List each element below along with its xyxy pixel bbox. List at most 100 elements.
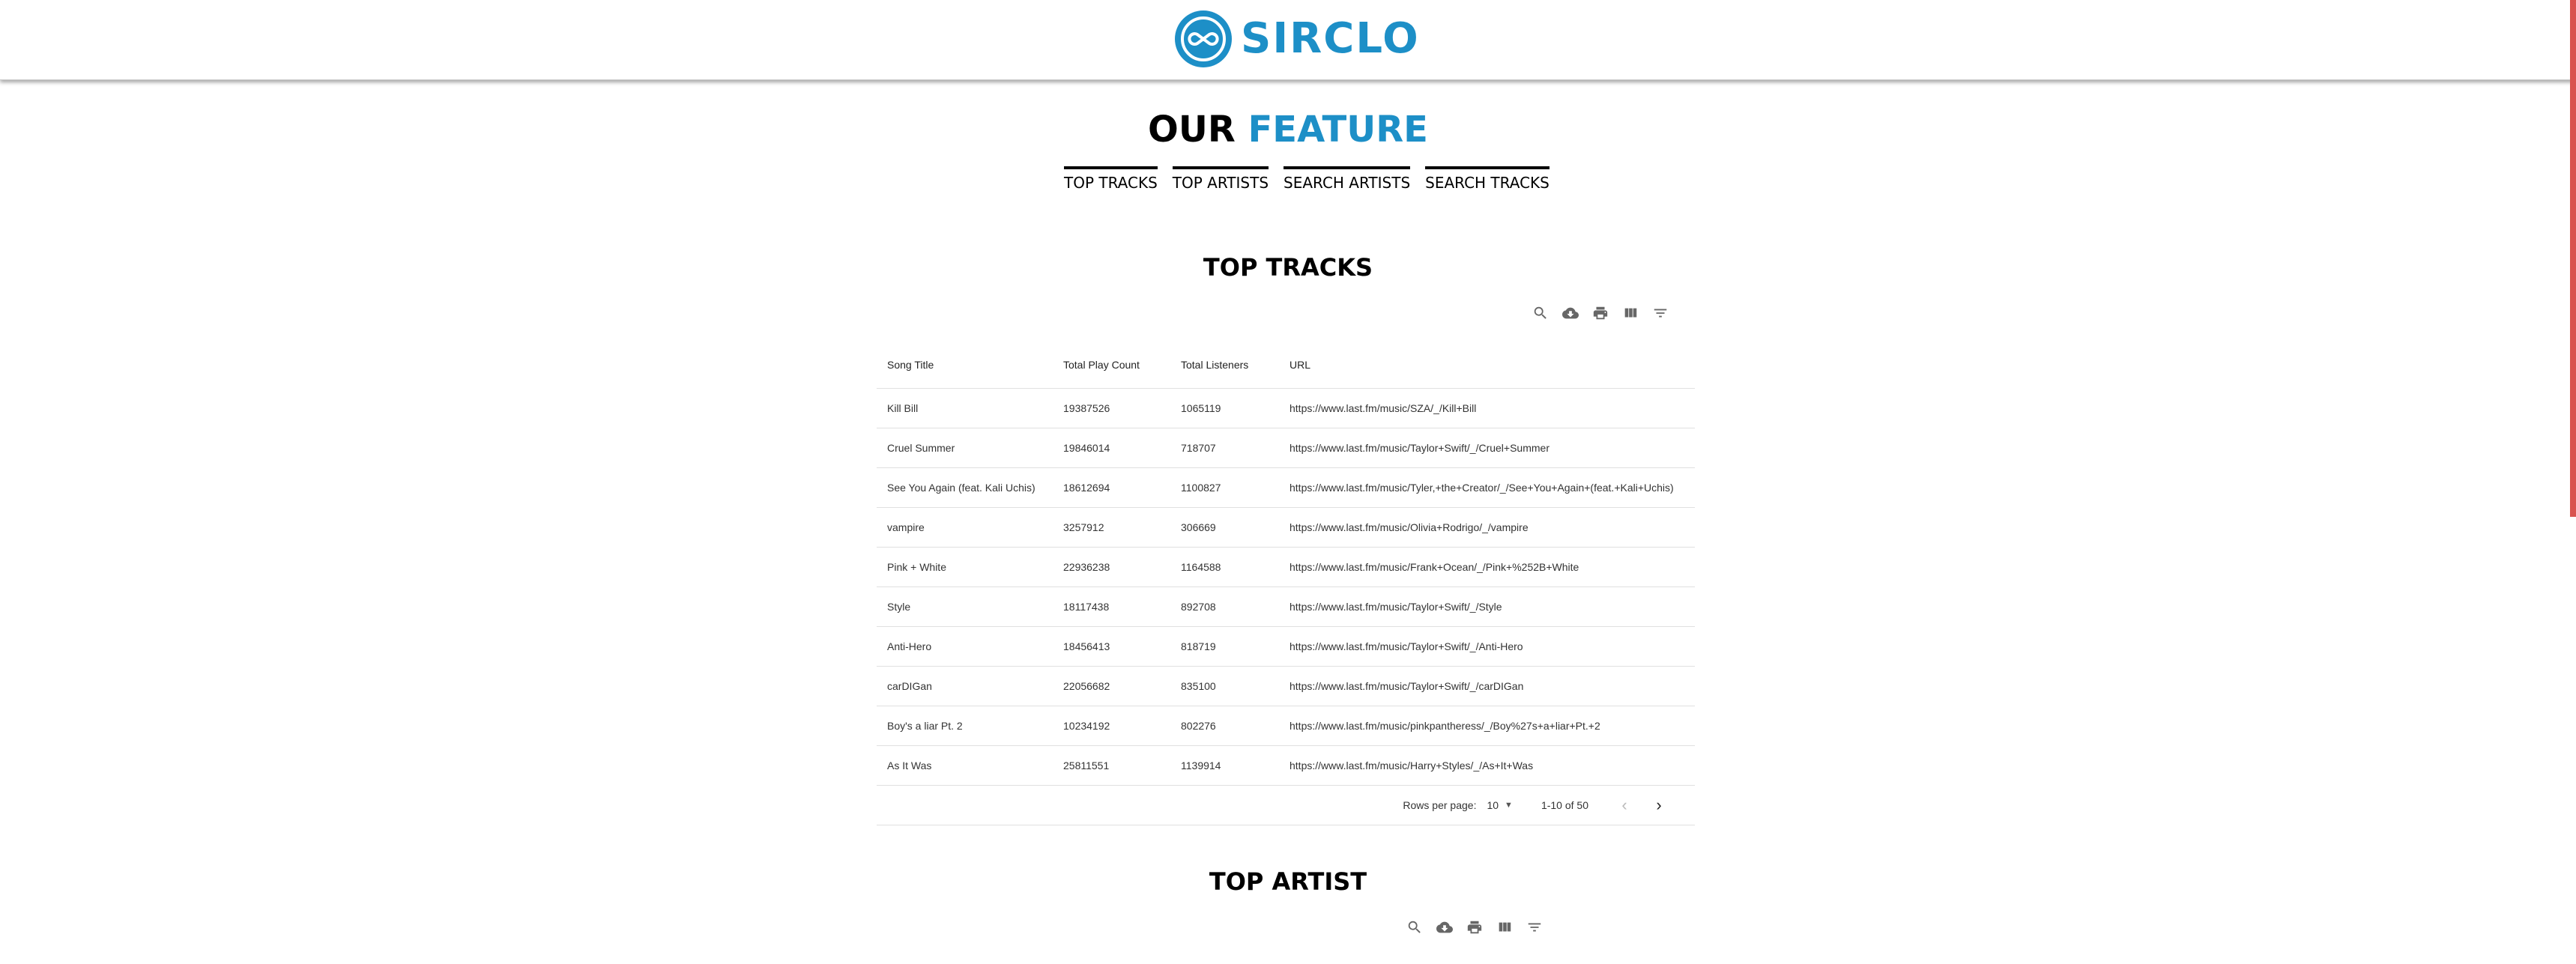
top-tracks-toolbar (1532, 304, 1669, 322)
brand-name: SIRCLO (1241, 14, 1420, 63)
cell-url: https://www.last.fm/music/Taylor+Swift/_… (1279, 586, 1695, 627)
table-row[interactable]: Cruel Summer 19846014 718707 https://www.la… (877, 428, 1695, 468)
previous-page-button[interactable]: ‹ (1615, 795, 1633, 814)
cell-url: https://www.last.fm/music/Tyler,+the+Cre… (1279, 467, 1695, 508)
chevron-right-icon: › (1656, 795, 1662, 814)
cell-play-count: 22936238 (1053, 547, 1170, 587)
cell-play-count: 18456413 (1053, 626, 1170, 667)
cell-song-title: Anti-Hero (877, 626, 1053, 667)
cloud-download-icon (1436, 921, 1453, 933)
top-tracks-body: Kill Bill 19387526 1065119 https://www.last… (877, 388, 1695, 786)
sirclo-logo-icon (1175, 10, 1232, 67)
download-button[interactable] (1561, 304, 1579, 322)
filter-icon (1654, 309, 1667, 318)
table-header-row: Song Title Total Play Count Total Listen… (877, 342, 1695, 389)
table-row[interactable]: carDIGan 22056682 835100 https://www.last.f… (877, 666, 1695, 706)
cell-song-title: vampire (877, 507, 1053, 548)
next-page-button[interactable]: › (1650, 795, 1668, 814)
site-header: SIRCLO (0, 0, 2576, 80)
nav-search-tracks[interactable]: SEARCH TRACKS (1425, 166, 1549, 193)
page-scrollbar[interactable] (2570, 0, 2576, 517)
cell-song-title: Cruel Summer (877, 428, 1053, 468)
cell-listeners: 802276 (1170, 706, 1279, 746)
column-header-url[interactable]: URL (1279, 342, 1695, 389)
cell-url: https://www.last.fm/music/Harry+Styles/_… (1279, 745, 1695, 786)
cell-listeners: 818719 (1170, 626, 1279, 667)
cell-song-title: carDIGan (877, 666, 1053, 706)
cell-listeners: 1100827 (1170, 467, 1279, 508)
artist-print-button[interactable] (1466, 918, 1484, 936)
nav-search-artists[interactable]: SEARCH ARTISTS (1284, 166, 1411, 193)
pagination-range: 1-10 of 50 (1541, 799, 1588, 811)
cloud-download-icon (1562, 307, 1579, 319)
cell-play-count: 19846014 (1053, 428, 1170, 468)
nav-top-tracks[interactable]: TOP TRACKS (1064, 166, 1158, 193)
cell-listeners: 835100 (1170, 666, 1279, 706)
cell-song-title: Style (877, 586, 1053, 627)
rows-per-page-label: Rows per page: (1403, 799, 1477, 811)
column-header-listeners[interactable]: Total Listeners (1170, 342, 1279, 389)
cell-listeners: 718707 (1170, 428, 1279, 468)
chevron-left-icon: ‹ (1621, 795, 1627, 814)
filter-icon (1528, 923, 1541, 932)
feature-heading-part2: FEATURE (1248, 109, 1428, 151)
cell-song-title: See You Again (feat. Kali Uchis) (877, 467, 1053, 508)
feature-nav: TOP TRACKS TOP ARTISTS SEARCH ARTISTS SE… (1064, 166, 1549, 193)
artist-filter-button[interactable] (1526, 918, 1544, 936)
print-button[interactable] (1591, 304, 1609, 322)
print-icon (1467, 921, 1482, 934)
table-row[interactable]: As It Was 25811551 1139914 https://www.last… (877, 745, 1695, 786)
view-columns-button[interactable] (1621, 304, 1639, 322)
table-row[interactable]: Anti-Hero 18456413 818719 https://www.last.… (877, 626, 1695, 667)
cell-listeners: 1065119 (1170, 388, 1279, 428)
cell-play-count: 19387526 (1053, 388, 1170, 428)
rows-per-page-select[interactable]: 10 ▼ (1487, 799, 1512, 811)
cell-url: https://www.last.fm/music/SZA/_/Kill+Bil… (1279, 388, 1695, 428)
artist-download-button[interactable] (1436, 918, 1454, 936)
top-artist-toolbar (1406, 918, 1544, 936)
cell-play-count: 18117438 (1053, 586, 1170, 627)
search-icon (1408, 921, 1421, 933)
table-row[interactable]: Boy's a liar Pt. 2 10234192 802276 https://… (877, 706, 1695, 746)
cell-url: https://www.last.fm/music/Olivia+Rodrigo… (1279, 507, 1695, 548)
artist-view-columns-button[interactable] (1496, 918, 1514, 936)
table-row[interactable]: Pink + White 22936238 1164588 https://www.l… (877, 547, 1695, 587)
search-button[interactable] (1532, 304, 1549, 322)
cell-url: https://www.last.fm/music/Frank+Ocean/_/… (1279, 547, 1695, 587)
table-row[interactable]: Kill Bill 19387526 1065119 https://www.last… (877, 388, 1695, 428)
cell-listeners: 1164588 (1170, 547, 1279, 587)
cell-play-count: 3257912 (1053, 507, 1170, 548)
cell-play-count: 10234192 (1053, 706, 1170, 746)
feature-heading-part1: OUR (1148, 109, 1236, 151)
cell-url: https://www.last.fm/music/Taylor+Swift/_… (1279, 428, 1695, 468)
cell-listeners: 306669 (1170, 507, 1279, 548)
top-tracks-title: TOP TRACKS (1203, 253, 1373, 282)
column-header-song-title[interactable]: Song Title (877, 342, 1053, 389)
table-row[interactable]: vampire 3257912 306669 https://www.last.fm/… (877, 507, 1695, 548)
table-row[interactable]: See You Again (feat. Kali Uchis) 18612694… (877, 467, 1695, 508)
cell-listeners: 1139914 (1170, 745, 1279, 786)
filter-button[interactable] (1651, 304, 1669, 322)
cell-url: https://www.last.fm/music/Taylor+Swift/_… (1279, 626, 1695, 667)
table-row[interactable]: Style 18117438 892708 https://www.last.fm/m… (877, 586, 1695, 627)
cell-listeners: 892708 (1170, 586, 1279, 627)
column-header-play-count[interactable]: Total Play Count (1053, 342, 1170, 389)
brand-logo[interactable]: SIRCLO (1175, 9, 1420, 69)
cell-song-title: As It Was (877, 745, 1053, 786)
rows-per-page-value: 10 (1487, 799, 1499, 811)
table-pagination: Rows per page: 10 ▼ 1-10 of 50 ‹ › (877, 786, 1695, 825)
top-artist-title: TOP ARTIST (1209, 867, 1367, 896)
nav-top-artists[interactable]: TOP ARTISTS (1172, 166, 1269, 193)
print-icon (1593, 306, 1608, 320)
cell-url: https://www.last.fm/music/Taylor+Swift/_… (1279, 666, 1695, 706)
top-tracks-table: Song Title Total Play Count Total Listen… (877, 342, 1695, 786)
feature-heading: OUR FEATURE (0, 103, 2576, 156)
top-tracks-table-container: Song Title Total Play Count Total Listen… (877, 342, 1695, 825)
cell-play-count: 25811551 (1053, 745, 1170, 786)
cell-play-count: 22056682 (1053, 666, 1170, 706)
caret-down-icon: ▼ (1505, 801, 1513, 810)
cell-song-title: Kill Bill (877, 388, 1053, 428)
search-icon (1534, 306, 1546, 319)
view-column-icon (1499, 922, 1511, 932)
artist-search-button[interactable] (1406, 918, 1424, 936)
